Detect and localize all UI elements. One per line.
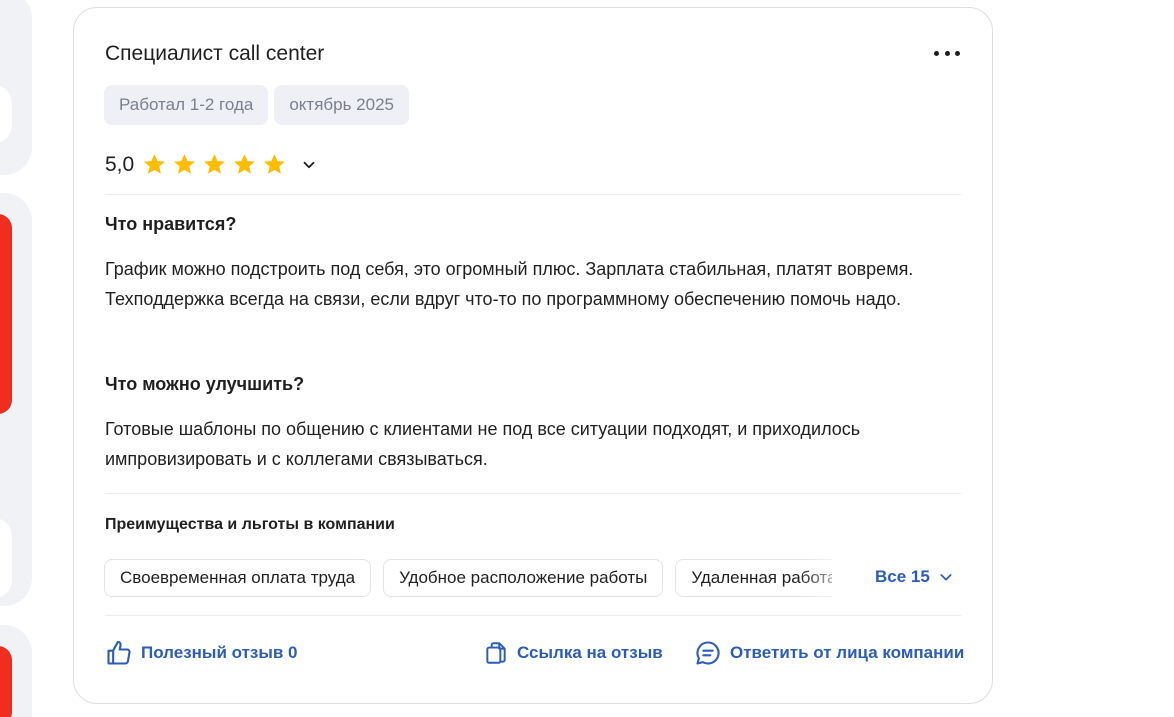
star-icon — [144, 154, 166, 174]
chevron-down-icon — [940, 574, 952, 581]
helpful-review-button[interactable]: Полезный отзыв 0 — [105, 639, 298, 667]
dot-icon — [934, 50, 939, 56]
helpful-label: Полезный отзыв 0 — [141, 643, 298, 662]
chat-bubble-icon — [696, 641, 720, 665]
star-icon — [234, 154, 256, 174]
page: Специалист call center Работал 1-2 года … — [0, 0, 1174, 717]
perks-list: Своевременная оплата труда Удобное распо… — [104, 559, 832, 597]
side-banner — [0, 214, 12, 414]
improve-text: Готовые шаблоны по общению с клиентами н… — [105, 419, 861, 469]
divider — [105, 194, 961, 195]
star-icon — [264, 154, 286, 174]
perk-chip: Своевременная оплата труда — [104, 559, 372, 597]
review-actions: Полезный отзыв 0 Ссылка на отзыв Ответит… — [74, 639, 992, 669]
side-card — [0, 0, 32, 175]
improve-heading: Что можно улучшить? — [105, 374, 305, 394]
perks-title: Преимущества и льготы в компании — [105, 516, 395, 533]
copy-link-label: Ссылка на отзыв — [517, 643, 663, 662]
reply-label: Ответить от лица компании — [730, 643, 965, 662]
perk-chip: Удаленная работа — [675, 559, 832, 597]
dot-icon — [955, 50, 960, 56]
divider — [105, 493, 961, 494]
show-all-label: Все 15 — [875, 567, 930, 586]
rating: 5,0 — [105, 152, 318, 177]
chevron-down-icon[interactable] — [300, 156, 318, 174]
likes-heading: Что нравится? — [105, 214, 237, 234]
date-chip: октябрь 2025 — [274, 85, 409, 125]
side-banner — [0, 646, 12, 717]
show-all-perks-button[interactable]: Все 15 — [875, 567, 954, 587]
review-title: Специалист call center — [105, 42, 325, 65]
review-meta: Работал 1-2 года октябрь 2025 — [104, 85, 409, 125]
likes-text: График можно подстроить под себя, это ог… — [105, 259, 914, 309]
copy-icon — [486, 642, 506, 664]
star-icon — [174, 154, 196, 174]
star-icon — [204, 154, 226, 174]
perk-chip: Удобное расположение работы — [383, 559, 664, 597]
more-options-button[interactable] — [932, 42, 962, 64]
rating-value: 5,0 — [105, 152, 135, 176]
divider — [105, 615, 961, 616]
thumbs-up-icon — [107, 640, 131, 665]
dot-icon — [944, 50, 950, 56]
copy-link-button[interactable]: Ссылка на отзыв — [483, 639, 663, 667]
review-card: Специалист call center Работал 1-2 года … — [73, 7, 993, 704]
reply-as-company-button[interactable]: Ответить от лица компании — [694, 639, 964, 667]
experience-chip: Работал 1-2 года — [104, 85, 269, 125]
